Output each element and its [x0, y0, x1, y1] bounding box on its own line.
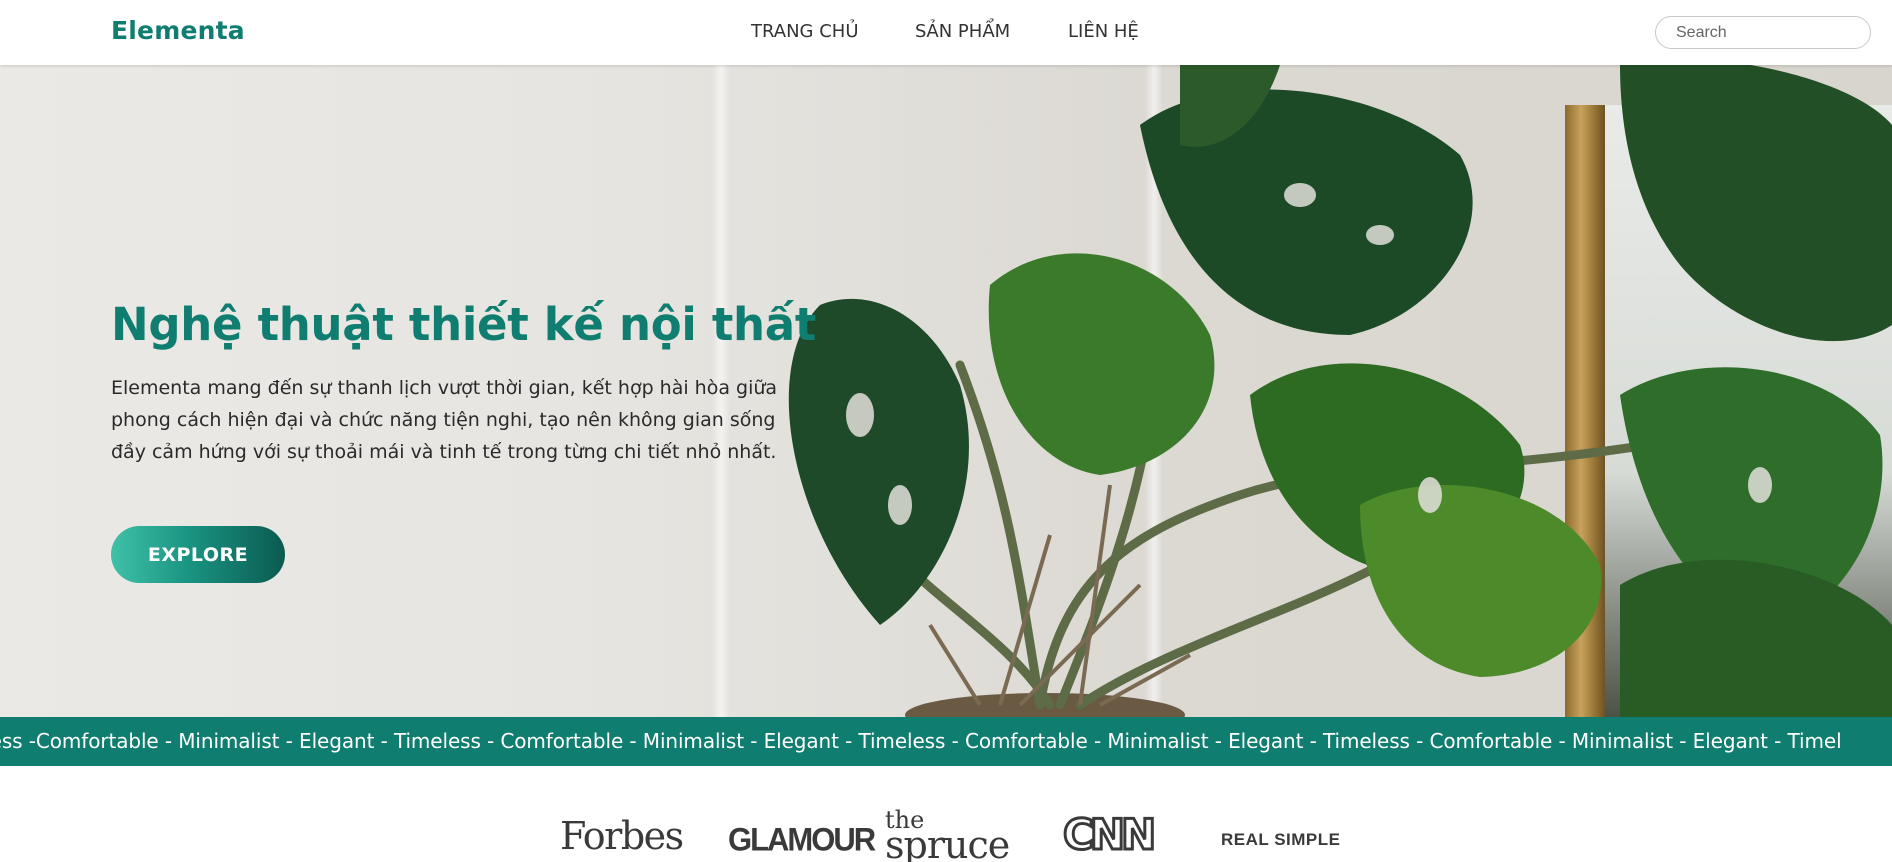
realsimple-logo: REAL SIMPLE — [1221, 830, 1341, 849]
marquee-strip: eless -Comfortable - Minimalist - Elegan… — [0, 717, 1892, 766]
nav-item-contact[interactable]: LIÊN HỆ — [1068, 21, 1139, 42]
forbes-logo: Forbes — [560, 814, 684, 858]
search-input[interactable] — [1655, 16, 1871, 49]
marquee-text: eless -Comfortable - Minimalist - Elegan… — [0, 729, 1842, 753]
hero-section: Nghệ thuật thiết kế nội thất Elementa ma… — [0, 65, 1892, 717]
nav-item-products[interactable]: SẢN PHẨM — [915, 21, 1010, 42]
hero-title: Nghệ thuật thiết kế nội thất — [111, 298, 817, 351]
cnn-logo: CNN — [1061, 809, 1157, 861]
site-header: Elementa TRANG CHỦ SẢN PHẨM LIÊN HỆ — [0, 0, 1892, 65]
explore-button[interactable]: EXPLORE — [111, 526, 285, 583]
hero-description: Elementa mang đến sự thanh lịch vượt thờ… — [111, 377, 778, 463]
glamour-logo: GLAMOUR — [728, 821, 876, 858]
site-logo[interactable]: Elementa — [111, 16, 245, 45]
twigs — [928, 484, 1191, 707]
press-logos: Forbes GLAMOUR the spruce CNN REAL SIMPL… — [0, 766, 1892, 862]
plant-leaves — [788, 65, 1892, 717]
spruce-logo: spruce — [885, 823, 1010, 862]
nav-item-home[interactable]: TRANG CHỦ — [751, 21, 859, 42]
